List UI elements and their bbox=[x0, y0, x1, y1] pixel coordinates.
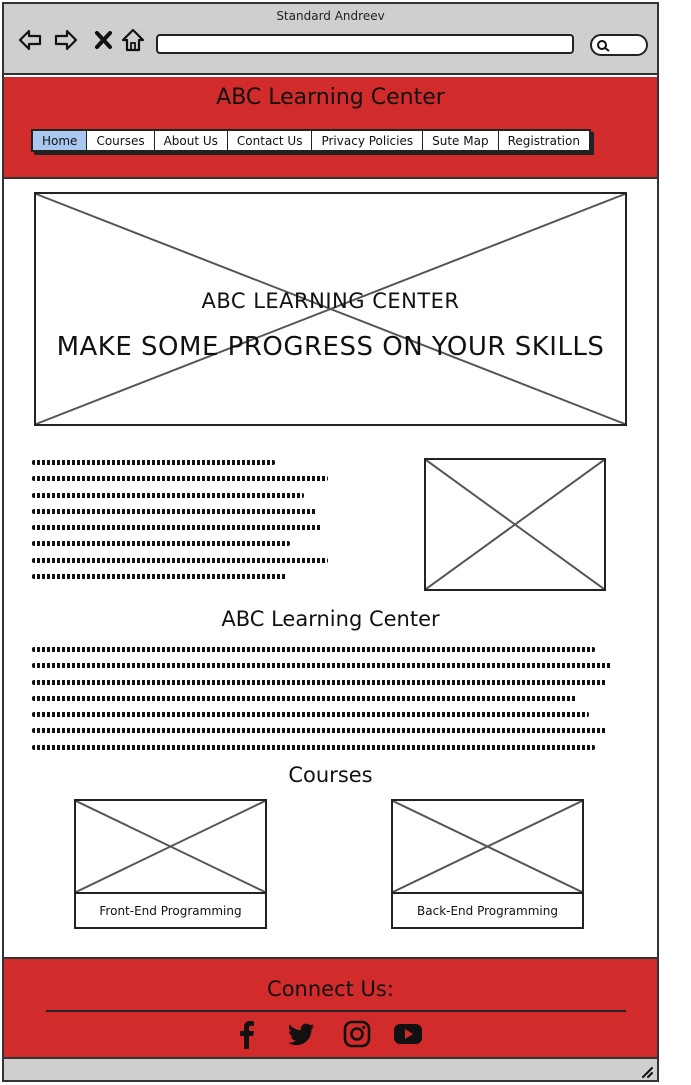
browser-chrome: Standard Andreev bbox=[4, 4, 657, 75]
site-title: ABC Learning Center bbox=[216, 85, 445, 110]
menu-item-site-map[interactable]: Sute Map bbox=[423, 131, 499, 150]
image-placeholder-icon bbox=[75, 800, 266, 893]
youtube-icon bbox=[394, 1024, 422, 1044]
image-placeholder-icon bbox=[392, 800, 583, 893]
arrow-right-icon bbox=[54, 29, 78, 51]
course-card-front-end[interactable]: Front-End Programming bbox=[74, 799, 267, 929]
course-label: Front-End Programming bbox=[99, 903, 242, 918]
address-bar[interactable] bbox=[156, 34, 574, 54]
site-header: ABC Learning Center Home Courses About U… bbox=[4, 77, 657, 179]
menu-item-courses[interactable]: Courses bbox=[87, 131, 155, 150]
intro-text-placeholder bbox=[32, 460, 328, 590]
forward-button[interactable] bbox=[52, 26, 80, 54]
window-title: Standard Andreev bbox=[276, 9, 385, 23]
instagram-link[interactable] bbox=[340, 1017, 374, 1051]
site-footer: Connect Us: bbox=[4, 957, 657, 1059]
about-title: ABC Learning Center bbox=[221, 607, 440, 631]
menu-item-home[interactable]: Home bbox=[33, 131, 88, 150]
footer-divider bbox=[46, 1010, 626, 1012]
menu-item-about-us[interactable]: About Us bbox=[154, 131, 228, 150]
menu-item-contact-us[interactable]: Contact Us bbox=[227, 131, 313, 150]
hero-headline: MAKE SOME PROGRESS ON YOUR SKILLS bbox=[56, 332, 605, 362]
hero-banner: ABC LEARNING CENTER MAKE SOME PROGRESS O… bbox=[34, 192, 627, 426]
courses-title: Courses bbox=[288, 763, 373, 787]
resize-handle-icon[interactable] bbox=[639, 1064, 653, 1078]
facebook-icon bbox=[240, 1021, 254, 1049]
image-placeholder-icon bbox=[425, 459, 605, 590]
browser-window: Standard Andreev ABC Learning Center Hom… bbox=[2, 2, 659, 1082]
menu-item-privacy-policies[interactable]: Privacy Policies bbox=[312, 131, 424, 150]
back-button[interactable] bbox=[16, 26, 44, 54]
stop-button[interactable] bbox=[90, 26, 118, 54]
x-icon bbox=[95, 31, 112, 49]
home-button[interactable] bbox=[119, 26, 147, 54]
main-menu: Home Courses About Us Contact Us Privacy… bbox=[31, 129, 591, 152]
home-icon bbox=[121, 28, 145, 52]
connect-heading: Connect Us: bbox=[267, 977, 394, 1001]
instagram-icon bbox=[343, 1020, 371, 1048]
search-icon bbox=[597, 40, 610, 52]
facebook-link[interactable] bbox=[230, 1017, 264, 1051]
twitter-icon bbox=[288, 1023, 314, 1046]
status-bar bbox=[4, 1059, 657, 1080]
youtube-link[interactable] bbox=[391, 1017, 425, 1051]
course-thumbnail bbox=[75, 800, 266, 894]
menu-item-registration[interactable]: Registration bbox=[498, 131, 589, 150]
course-label: Back-End Programming bbox=[417, 903, 558, 918]
search-field[interactable] bbox=[590, 34, 648, 56]
course-card-back-end[interactable]: Back-End Programming bbox=[391, 799, 584, 929]
course-thumbnail bbox=[392, 800, 583, 894]
about-text-placeholder bbox=[32, 647, 612, 761]
arrow-left-icon bbox=[18, 29, 42, 51]
intro-image-placeholder bbox=[424, 458, 606, 591]
twitter-link[interactable] bbox=[284, 1017, 318, 1051]
hero-subtitle: ABC LEARNING CENTER bbox=[201, 289, 460, 313]
